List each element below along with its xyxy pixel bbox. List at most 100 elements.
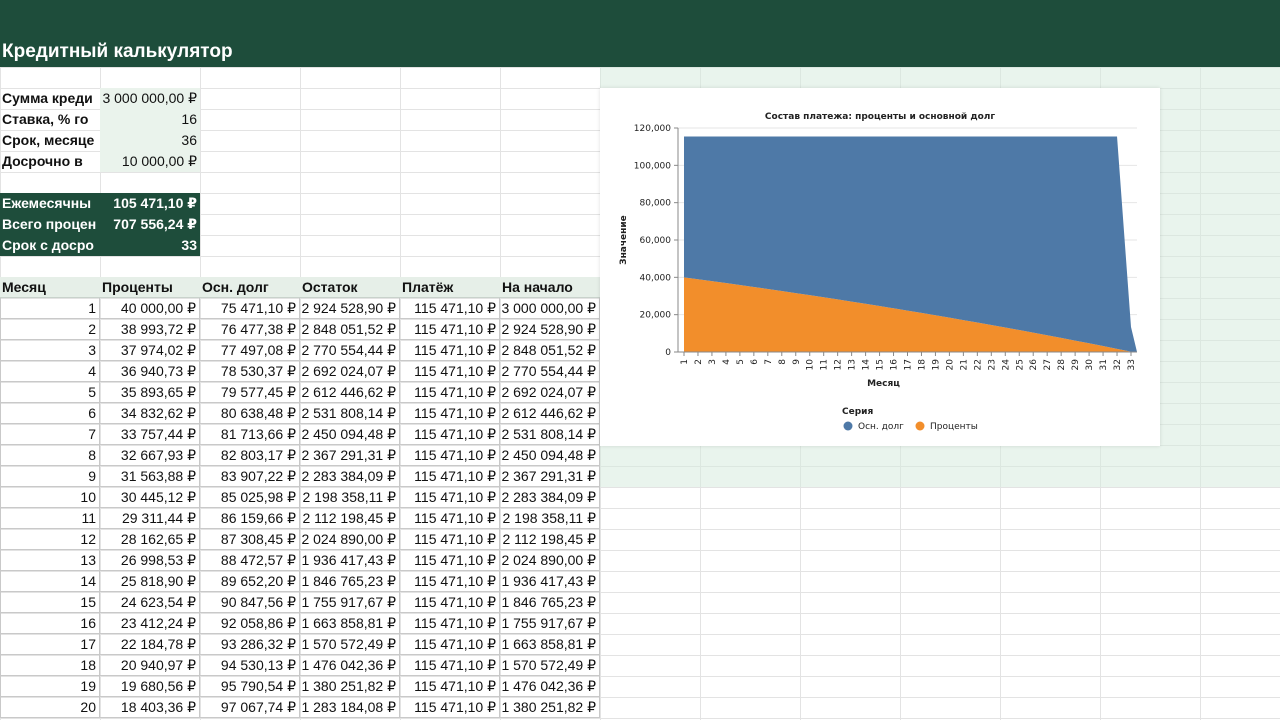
column-header-balance[interactable]: Остаток (300, 277, 400, 298)
cell-principal[interactable]: 97 067,74 ₽ (200, 697, 300, 718)
cell-month[interactable]: 2 (0, 319, 100, 340)
cell-balance[interactable]: 1 570 572,49 ₽ (300, 634, 400, 655)
cell-balance[interactable]: 2 450 094,48 ₽ (300, 424, 400, 445)
cell-balance[interactable]: 2 283 384,09 ₽ (300, 466, 400, 487)
cell-balance[interactable]: 2 531 808,14 ₽ (300, 403, 400, 424)
cell-interest[interactable]: 22 184,78 ₽ (100, 634, 200, 655)
cell-opening[interactable]: 2 612 446,62 ₽ (500, 403, 600, 424)
cell-interest[interactable]: 36 940,73 ₽ (100, 361, 200, 382)
cell-principal[interactable]: 88 472,57 ₽ (200, 550, 300, 571)
cell-month[interactable]: 13 (0, 550, 100, 571)
cell-payment[interactable]: 115 471,10 ₽ (400, 298, 500, 319)
output-term-with-prepayment[interactable]: 33 (100, 235, 200, 256)
cell-interest[interactable]: 20 940,97 ₽ (100, 655, 200, 676)
cell-balance[interactable]: 1 476 042,36 ₽ (300, 655, 400, 676)
cell-interest[interactable]: 31 563,88 ₽ (100, 466, 200, 487)
cell-opening[interactable]: 2 367 291,31 ₽ (500, 466, 600, 487)
cell-payment[interactable]: 115 471,10 ₽ (400, 403, 500, 424)
cell-opening[interactable]: 1 755 917,67 ₽ (500, 613, 600, 634)
cell-payment[interactable]: 115 471,10 ₽ (400, 613, 500, 634)
cell-balance[interactable]: 2 770 554,44 ₽ (300, 340, 400, 361)
cell-month[interactable]: 14 (0, 571, 100, 592)
cell-interest[interactable]: 38 993,72 ₽ (100, 319, 200, 340)
cell-opening[interactable]: 1 476 042,36 ₽ (500, 676, 600, 697)
cell-interest[interactable]: 25 818,90 ₽ (100, 571, 200, 592)
cell-balance[interactable]: 2 367 291,31 ₽ (300, 445, 400, 466)
cell-payment[interactable]: 115 471,10 ₽ (400, 361, 500, 382)
cell-month[interactable]: 5 (0, 382, 100, 403)
cell-month[interactable]: 4 (0, 361, 100, 382)
cell-opening[interactable]: 2 283 384,09 ₽ (500, 487, 600, 508)
cell-interest[interactable]: 33 757,44 ₽ (100, 424, 200, 445)
cell-principal[interactable]: 77 497,08 ₽ (200, 340, 300, 361)
cell-interest[interactable]: 34 832,62 ₽ (100, 403, 200, 424)
cell-balance[interactable]: 2 112 198,45 ₽ (300, 508, 400, 529)
cell-payment[interactable]: 115 471,10 ₽ (400, 529, 500, 550)
output-total-interest[interactable]: 707 556,24 ₽ (100, 214, 200, 235)
cell-principal[interactable]: 92 058,86 ₽ (200, 613, 300, 634)
cell-interest[interactable]: 32 667,93 ₽ (100, 445, 200, 466)
cell-balance[interactable]: 2 024 890,00 ₽ (300, 529, 400, 550)
cell-balance[interactable]: 1 380 251,82 ₽ (300, 676, 400, 697)
input-loan-amount[interactable]: 3 000 000,00 ₽ (100, 88, 200, 109)
cell-month[interactable]: 17 (0, 634, 100, 655)
cell-payment[interactable]: 115 471,10 ₽ (400, 550, 500, 571)
cell-balance[interactable]: 1 846 765,23 ₽ (300, 571, 400, 592)
cell-month[interactable]: 19 (0, 676, 100, 697)
cell-balance[interactable]: 2 692 024,07 ₽ (300, 361, 400, 382)
column-header-payment[interactable]: Платёж (400, 277, 500, 298)
cell-interest[interactable]: 40 000,00 ₽ (100, 298, 200, 319)
cell-payment[interactable]: 115 471,10 ₽ (400, 571, 500, 592)
chart-panel[interactable]: Состав платежа: проценты и основной долг… (600, 88, 1160, 446)
cell-month[interactable]: 3 (0, 340, 100, 361)
cell-opening[interactable]: 2 848 051,52 ₽ (500, 340, 600, 361)
column-header-month[interactable]: Месяц (0, 277, 100, 298)
cell-balance[interactable]: 2 198 358,11 ₽ (300, 487, 400, 508)
cell-balance[interactable]: 1 936 417,43 ₽ (300, 550, 400, 571)
cell-principal[interactable]: 79 577,45 ₽ (200, 382, 300, 403)
cell-opening[interactable]: 2 924 528,90 ₽ (500, 319, 600, 340)
input-prepayment[interactable]: 10 000,00 ₽ (100, 151, 200, 172)
cell-month[interactable]: 11 (0, 508, 100, 529)
cell-payment[interactable]: 115 471,10 ₽ (400, 319, 500, 340)
cell-principal[interactable]: 89 652,20 ₽ (200, 571, 300, 592)
column-header-principal[interactable]: Осн. долг (200, 277, 300, 298)
cell-balance[interactable]: 1 663 858,81 ₽ (300, 613, 400, 634)
cell-opening[interactable]: 1 380 251,82 ₽ (500, 697, 600, 718)
cell-payment[interactable]: 115 471,10 ₽ (400, 466, 500, 487)
cell-month[interactable]: 6 (0, 403, 100, 424)
cell-principal[interactable]: 80 638,48 ₽ (200, 403, 300, 424)
cell-principal[interactable]: 87 308,45 ₽ (200, 529, 300, 550)
cell-payment[interactable]: 115 471,10 ₽ (400, 655, 500, 676)
cell-principal[interactable]: 76 477,38 ₽ (200, 319, 300, 340)
cell-month[interactable]: 15 (0, 592, 100, 613)
cell-month[interactable]: 12 (0, 529, 100, 550)
cell-payment[interactable]: 115 471,10 ₽ (400, 487, 500, 508)
cell-payment[interactable]: 115 471,10 ₽ (400, 508, 500, 529)
cell-principal[interactable]: 83 907,22 ₽ (200, 466, 300, 487)
cell-principal[interactable]: 94 530,13 ₽ (200, 655, 300, 676)
cell-interest[interactable]: 24 623,54 ₽ (100, 592, 200, 613)
cell-interest[interactable]: 30 445,12 ₽ (100, 487, 200, 508)
cell-interest[interactable]: 37 974,02 ₽ (100, 340, 200, 361)
cell-month[interactable]: 8 (0, 445, 100, 466)
cell-month[interactable]: 1 (0, 298, 100, 319)
cell-principal[interactable]: 90 847,56 ₽ (200, 592, 300, 613)
cell-principal[interactable]: 86 159,66 ₽ (200, 508, 300, 529)
cell-opening[interactable]: 3 000 000,00 ₽ (500, 298, 600, 319)
cell-interest[interactable]: 28 162,65 ₽ (100, 529, 200, 550)
cell-opening[interactable]: 2 198 358,11 ₽ (500, 508, 600, 529)
cell-principal[interactable]: 82 803,17 ₽ (200, 445, 300, 466)
cell-opening[interactable]: 2 450 094,48 ₽ (500, 445, 600, 466)
cell-balance[interactable]: 2 848 051,52 ₽ (300, 319, 400, 340)
cell-payment[interactable]: 115 471,10 ₽ (400, 445, 500, 466)
cell-interest[interactable]: 18 403,36 ₽ (100, 697, 200, 718)
cell-interest[interactable]: 23 412,24 ₽ (100, 613, 200, 634)
cell-interest[interactable]: 29 311,44 ₽ (100, 508, 200, 529)
cell-payment[interactable]: 115 471,10 ₽ (400, 424, 500, 445)
cell-interest[interactable]: 26 998,53 ₽ (100, 550, 200, 571)
cell-month[interactable]: 18 (0, 655, 100, 676)
cell-payment[interactable]: 115 471,10 ₽ (400, 340, 500, 361)
cell-principal[interactable]: 78 530,37 ₽ (200, 361, 300, 382)
cell-opening[interactable]: 1 936 417,43 ₽ (500, 571, 600, 592)
